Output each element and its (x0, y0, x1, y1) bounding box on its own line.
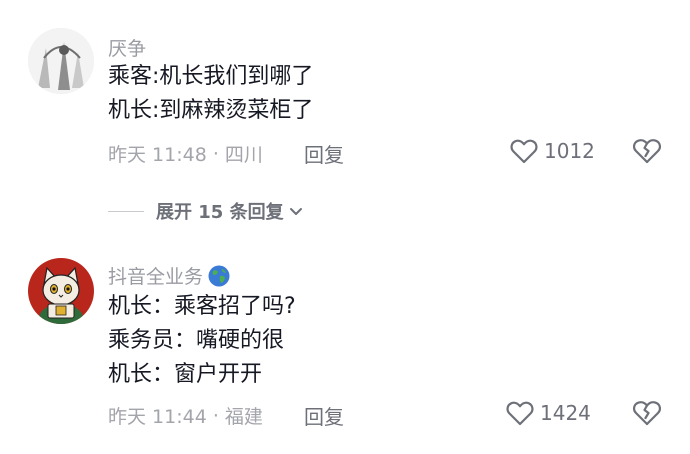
comment-time: 昨天 11:44 (108, 406, 207, 428)
divider-line (108, 210, 144, 212)
reply-button[interactable]: 回复 (304, 139, 344, 168)
avatar[interactable] (28, 28, 94, 94)
expand-replies-button[interactable]: 展开 15 条回复 (108, 198, 304, 224)
reply-button[interactable]: 回复 (304, 401, 344, 430)
broken-heart-icon (633, 139, 661, 164)
comment-text-line: 机长:到麻辣烫菜柜了 (108, 98, 314, 123)
expand-replies-label: 展开 15 条回复 (156, 202, 284, 223)
meta-separator: · (206, 142, 225, 165)
chevron-down-icon (289, 208, 302, 215)
dislike-button[interactable] (632, 137, 662, 169)
comment-meta: 昨天 11:44 · 福建 (108, 402, 263, 429)
heart-outline-icon (506, 401, 534, 426)
comment-meta: 昨天 11:48 · 四川 (108, 140, 263, 167)
username-text[interactable]: 抖音全业务 (108, 262, 203, 289)
globe-icon (208, 265, 230, 286)
comment-location: 四川 (224, 144, 263, 166)
comment-time: 昨天 11:48 (108, 144, 207, 166)
heart-outline-icon (510, 139, 538, 164)
broken-heart-icon (633, 401, 661, 426)
comment-location: 福建 (224, 406, 263, 428)
username[interactable]: 厌争 (108, 34, 146, 61)
like-count: 1012 (544, 139, 595, 163)
grayscale-sketch-avatar-icon (28, 28, 94, 94)
avatar[interactable] (28, 258, 94, 324)
dislike-button[interactable] (632, 399, 662, 431)
comment-text-line: 机长：窗户开开 (108, 362, 263, 387)
username-text[interactable]: 厌争 (108, 34, 146, 61)
lucky-cat-avatar-icon (28, 258, 94, 324)
like-button[interactable]: 1424 (506, 400, 591, 426)
comment-text-line: 乘客:机长我们到哪了 (108, 64, 314, 89)
comment-text-line: 乘务员：嘴硬的很 (108, 328, 285, 353)
like-count: 1424 (540, 401, 591, 425)
meta-separator: · (206, 404, 225, 427)
username[interactable]: 抖音全业务 (108, 262, 231, 289)
comment-text-line: 机长：乘客招了吗? (108, 294, 296, 319)
like-button[interactable]: 1012 (510, 138, 595, 164)
